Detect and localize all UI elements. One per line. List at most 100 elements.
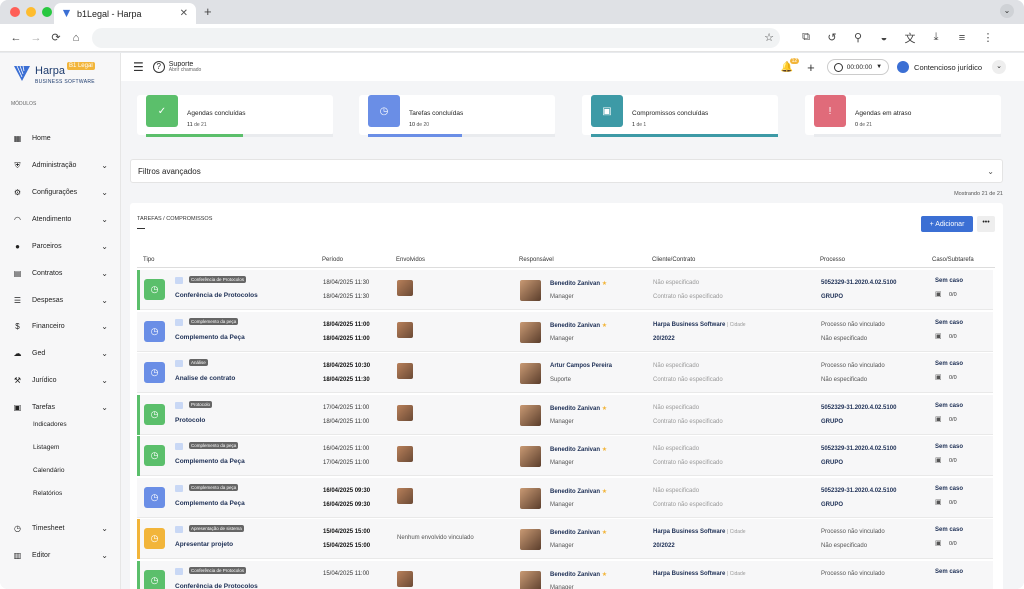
sidebar-subitem-3[interactable]: Relatórios <box>33 490 62 497</box>
involved-avatar[interactable] <box>397 446 413 462</box>
table-row[interactable]: ◷ Complemento da peça Complemento da Peç… <box>137 311 993 352</box>
sidebar-item-parceiros[interactable]: ● Parceiros ⌄ <box>0 237 121 255</box>
table-row[interactable]: ◷ Conferência de Protocolos Conferência … <box>137 560 993 589</box>
notifications-bell-icon[interactable]: 🔔 12 <box>781 57 800 73</box>
involved-avatar[interactable] <box>397 570 413 587</box>
tab-close-icon[interactable]: ✕ <box>180 8 188 19</box>
sidebar-item-despesas[interactable]: ☰ Despesas ⌄ <box>0 291 121 309</box>
hamburger-menu-icon[interactable]: ☰ <box>133 60 144 74</box>
chevron-down-icon[interactable]: ⌄ <box>992 60 1006 74</box>
sidebar-item-juridico[interactable]: ⚒ Jurídico ⌄ <box>0 371 121 389</box>
new-tab-button[interactable]: + <box>204 4 212 19</box>
process-number: Processo não vinculado <box>821 363 885 369</box>
chevron-down-icon: ⌄ <box>101 214 108 224</box>
media-icon[interactable]: ≡ <box>952 28 972 48</box>
task-title[interactable]: Complemento da Peça <box>175 500 245 507</box>
extensions-icon[interactable]: ⧉ <box>796 28 816 48</box>
incognito-icon[interactable]: ◒ <box>874 28 894 48</box>
user-menu[interactable]: Contencioso jurídico ⌄ <box>897 60 1006 74</box>
sidebar-subitem-1[interactable]: Listagem <box>33 444 59 451</box>
sidebar-item-ged[interactable]: ☁ Ged ⌄ <box>0 344 121 362</box>
summary-card[interactable]: ✓ Agendas concluídas 11 de 21 <box>137 95 333 137</box>
sidebar-item-financeiro[interactable]: $ Financeiro ⌄ <box>0 317 121 335</box>
calendar-icon: ▣ <box>935 374 942 381</box>
table-row[interactable]: ◷ Conferência de Protocolos Conferência … <box>137 270 993 310</box>
column-header[interactable]: Período <box>322 257 343 263</box>
sidebar-item-editor[interactable]: ▥ Editor ⌄ <box>0 546 121 564</box>
sidebar-item-atendimento[interactable]: ◠ Atendimento ⌄ <box>0 210 121 228</box>
translate-icon[interactable]: 文 <box>900 28 920 48</box>
sidebar-subitem-2[interactable]: Calendário <box>33 467 64 474</box>
table-row[interactable]: ◷ Complemento da peça Complemento da Peç… <box>137 436 993 476</box>
back-button[interactable]: ← <box>6 28 26 48</box>
support-link[interactable]: ? Suporte Abrir chamado <box>152 61 201 73</box>
card-total: de 1 <box>636 122 647 128</box>
logo-text: Harpa B1 Legal BUSINESS SOFTWARE <box>35 61 95 85</box>
sidebar-item-home[interactable]: ▦ Home <box>0 129 121 147</box>
summary-card[interactable]: ! Agendas em atraso 0 de 21 <box>805 95 1001 137</box>
task-title[interactable]: Conferência de Protocolos <box>175 583 258 589</box>
star-icon: ★ <box>601 530 608 536</box>
reload-button[interactable]: ⟳ <box>46 28 66 48</box>
stopwatch-icon <box>833 62 843 72</box>
client-name-text: Não especificado <box>653 363 700 369</box>
involved-avatar[interactable] <box>397 280 413 296</box>
location-icon[interactable]: ⚲ <box>848 28 868 48</box>
minimize-window-button[interactable] <box>26 7 36 17</box>
responsible-name: Artur Campos Pereira <box>550 363 612 369</box>
task-title[interactable]: Analise de contrato <box>175 375 235 382</box>
sidebar-item-administracao[interactable]: ⛨ Administração ⌄ <box>0 156 121 174</box>
address-bar[interactable]: ☆ <box>92 27 780 48</box>
column-header[interactable]: Cliente/Contrato <box>652 257 695 263</box>
sidebar-item-tarefas[interactable]: ▣ Tarefas ⌄ <box>0 398 121 416</box>
tag-color-box <box>175 401 183 409</box>
column-header[interactable]: Tipo <box>143 257 154 263</box>
download-icon[interactable]: ⤓ <box>926 28 946 48</box>
table-row[interactable]: ◷ Complemento da peça Complemento da Peç… <box>137 477 993 518</box>
involved-avatar[interactable] <box>397 487 413 504</box>
bookmark-star-icon[interactable]: ☆ <box>764 31 774 44</box>
responsible-role: Manager <box>550 335 574 342</box>
timer-control[interactable]: 00:00:00 ▼ <box>826 59 890 75</box>
sidebar-item-contratos[interactable]: ▤ Contratos ⌄ <box>0 264 121 282</box>
add-button[interactable]: + Adicionar <box>921 216 973 232</box>
table-row[interactable]: ◷ Análise Analise de contrato 18/04/2025… <box>137 353 993 393</box>
summary-card[interactable]: ◷ Tarefas concluídas 10 de 20 <box>359 95 555 137</box>
client-name-text: Não especificado <box>653 404 700 411</box>
column-header[interactable]: Caso/Subtarefa <box>932 257 974 263</box>
column-header[interactable]: Responsável <box>519 257 554 263</box>
advanced-filters-toggle[interactable]: Filtros avançados ⌄ <box>130 159 1003 183</box>
forward-button[interactable]: → <box>26 28 46 48</box>
maximize-window-button[interactable] <box>42 7 52 17</box>
tab-search-icon[interactable]: ⌄ <box>1000 4 1014 18</box>
summary-card[interactable]: ▣ Compromissos concluídas 1 de 1 <box>582 95 778 137</box>
browser-tab[interactable]: b1Legal - Harpa ✕ <box>54 3 196 24</box>
task-title[interactable]: Protocolo <box>175 417 205 424</box>
more-options-button[interactable]: ••• <box>977 216 995 232</box>
user-avatar <box>897 61 910 73</box>
home-button[interactable]: ⌂ <box>66 28 86 48</box>
logo[interactable]: Harpa B1 Legal BUSINESS SOFTWARE <box>0 53 120 93</box>
column-header[interactable]: Processo <box>820 257 845 263</box>
task-title[interactable]: Conferência de Protocolos <box>175 292 258 299</box>
browser-menu-icon[interactable]: ⋮ <box>978 28 998 48</box>
history-icon[interactable]: ↺ <box>822 28 842 48</box>
table-row[interactable]: ◷ Apresentação de sistema Apresentar pro… <box>137 519 993 559</box>
calendar-icon: ▣ <box>935 291 942 298</box>
task-title[interactable]: Complemento da Peça <box>175 458 245 465</box>
file-icon: ▥ <box>13 550 22 560</box>
task-title[interactable]: Apresentar projeto <box>175 541 233 548</box>
close-window-button[interactable] <box>10 7 20 17</box>
sidebar-subitem-0[interactable]: Indicadores <box>33 421 67 428</box>
sidebar-item-timesheet[interactable]: ◷ Timesheet ⌄ <box>0 519 121 537</box>
involved-avatar[interactable] <box>397 363 413 379</box>
sidebar-item-configuracoes[interactable]: ⚙ Configurações ⌄ <box>0 183 121 201</box>
status-stripe <box>137 560 140 589</box>
involved-avatar[interactable] <box>397 404 413 421</box>
table-row[interactable]: ◷ Protocolo Protocolo 17/04/2025 11:00 1… <box>137 394 993 435</box>
top-header: ☰ ? Suporte Abrir chamado 🔔 12 + 00:00:00… <box>121 53 1024 81</box>
quick-add-button[interactable]: + <box>807 60 815 75</box>
task-title[interactable]: Complemento da Peça <box>175 334 245 341</box>
involved-avatar[interactable] <box>397 321 413 338</box>
column-header[interactable]: Envolvidos <box>396 257 425 263</box>
